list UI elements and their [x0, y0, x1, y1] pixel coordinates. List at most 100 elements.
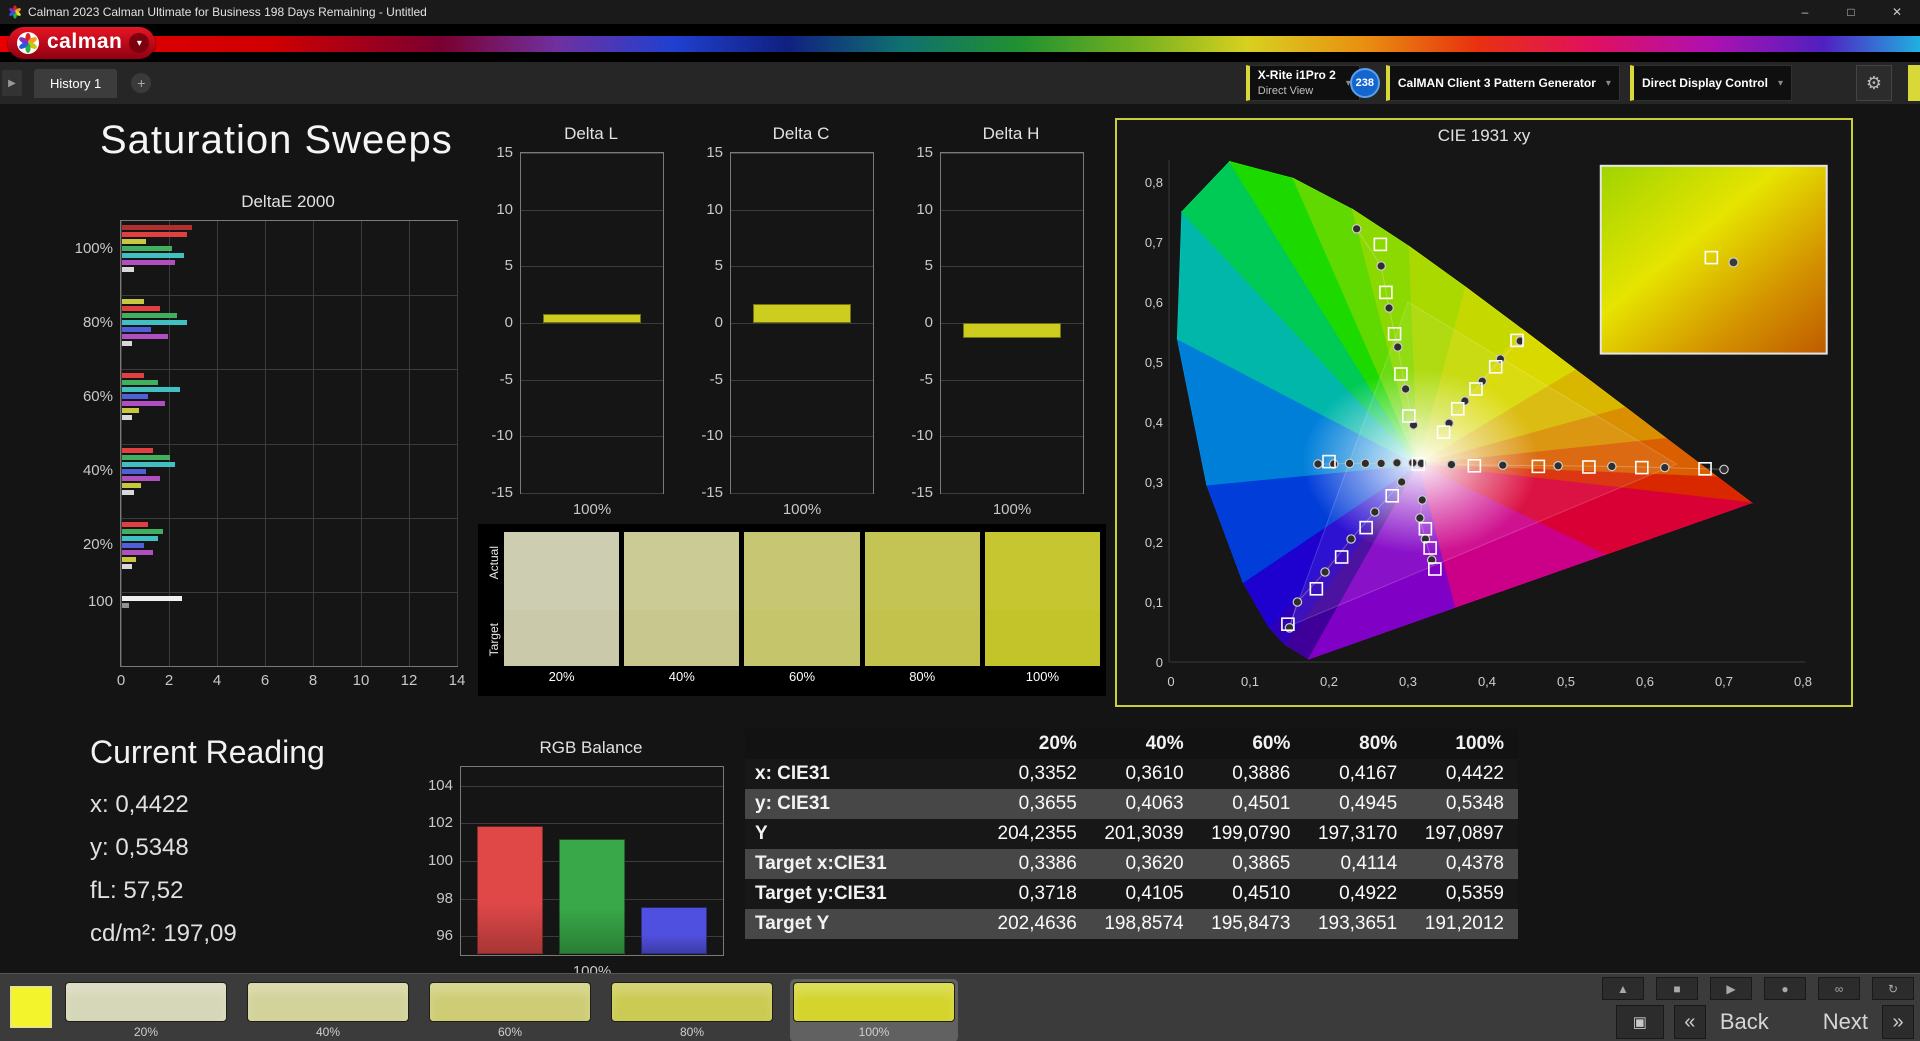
title-bar: Calman 2023 Calman Ultimate for Business…	[0, 0, 1920, 24]
pattern-window-button[interactable]: ▣	[1615, 1005, 1664, 1039]
minimize-button[interactable]: –	[1782, 0, 1828, 24]
upload-button[interactable]: ▲	[1602, 977, 1644, 1000]
cie-1931-diagram: 0 0,1 0,2 0,3 0,4 0,5 0,6 0,7 0,8 0 0,1 0,2 0,3 0,4 0,…	[1145, 160, 1828, 689]
table-row: x: CIE31 0,3352 0,3610 0,3886 0,4167 0,4422	[745, 759, 1518, 789]
delta-c-chart: Delta C 15 10 5 0 -5 -10 -15 100%	[682, 124, 882, 518]
add-tab-button[interactable]: +	[131, 73, 152, 93]
pattern-swatch-40%[interactable]: 40%	[244, 979, 412, 1041]
deltae-bar	[122, 341, 132, 347]
swatch-stack	[504, 532, 620, 666]
deltae-bar	[122, 468, 146, 474]
table-cell: 195,8473	[1211, 913, 1291, 934]
row-label: Y	[755, 823, 768, 844]
next-button[interactable]: Next	[1819, 1009, 1872, 1035]
delta-l-title: Delta L	[564, 124, 618, 143]
y-tick-label: 96	[436, 927, 453, 945]
deltae-group-label: 60%	[82, 387, 113, 405]
table-row: Y 204,2355 201,3039 199,0790 197,3170 197,089…	[745, 819, 1518, 849]
x-axis-label: 100%	[782, 501, 822, 518]
gridline	[731, 436, 873, 438]
actual-swatch	[744, 532, 860, 610]
table-cell: 0,4378	[1445, 853, 1504, 874]
pattern-swatch-20%[interactable]: 20%	[62, 979, 230, 1041]
y-tick-label: 10	[706, 200, 723, 218]
deltae-bar	[122, 373, 144, 379]
gridline	[731, 493, 873, 494]
meter-count-badge: 238	[1349, 68, 1380, 98]
green-bar	[559, 839, 625, 954]
x-tick-label: 8	[308, 672, 318, 689]
table-row: Target x:CIE31 0,3386 0,3620 0,3865 0,4114 0,…	[745, 849, 1518, 879]
back-button[interactable]: Back	[1716, 1009, 1773, 1035]
table-cell: 0,4510	[1232, 883, 1291, 904]
gridline	[731, 153, 873, 154]
strip-row-labels: Actual Target	[484, 532, 504, 688]
back-chevrons-icon[interactable]: «	[1673, 1005, 1706, 1039]
meter-dropdown[interactable]: X-Rite i1Pro 2 Direct View ▾	[1245, 65, 1360, 101]
close-button[interactable]: ✕	[1874, 0, 1920, 24]
table-cell: 197,3170	[1317, 823, 1398, 844]
stop-button[interactable]: ■	[1656, 977, 1698, 1000]
x-axis-label: 100%	[572, 501, 612, 518]
pattern-swatch-100%[interactable]: 100%	[790, 979, 958, 1041]
gridline	[521, 493, 663, 494]
y-tick-label: -15	[911, 484, 933, 501]
pattern-swatch-list: 20% 40% 60% 80% 100%	[62, 979, 958, 1041]
deltae-bar	[122, 401, 166, 407]
table-cell: 204,2355	[997, 823, 1077, 844]
loop-button[interactable]: ∞	[1818, 977, 1860, 1000]
tab-nav-button[interactable]: ▶	[2, 70, 22, 96]
table-cell: 201,3039	[1104, 823, 1184, 844]
swatch-stack	[624, 532, 740, 666]
logo-menu-caret-icon[interactable]: ▾	[129, 33, 150, 53]
window-controls: – □ ✕	[1782, 0, 1920, 24]
brand-bar: calman ▾	[0, 24, 1920, 62]
record-button[interactable]: ●	[1764, 977, 1806, 1000]
gridline	[121, 591, 457, 593]
deltae-bar	[122, 602, 130, 608]
table-cell: 202,4636	[997, 913, 1077, 934]
gridline	[457, 221, 458, 666]
pattern-color	[611, 982, 773, 1022]
deltae-bar	[122, 595, 182, 601]
y-tick-label: 5	[714, 257, 723, 275]
deltae-bar	[122, 482, 142, 488]
pattern-label: 20%	[133, 1025, 159, 1039]
pattern-label: 40%	[315, 1025, 341, 1039]
gridline	[521, 436, 663, 438]
delta-c-plot: 15 10 5 0 -5 -10 -15 100%	[701, 144, 874, 518]
pattern-swatch-80%[interactable]: 80%	[608, 979, 776, 1041]
y-tick-label: -5	[499, 370, 513, 388]
table-cell: 0,3886	[1232, 763, 1291, 784]
delta-l-bar	[543, 313, 641, 323]
next-chevrons-icon[interactable]: »	[1882, 1005, 1914, 1039]
delta-l-plot: 15 10 5 0 -5 -10 -15 100%	[491, 144, 664, 518]
table-cell: 0,5348	[1445, 793, 1504, 814]
deltae-bar	[122, 408, 139, 414]
swatch-column: 100%	[984, 532, 1101, 688]
play-button[interactable]: ▶	[1710, 977, 1752, 1000]
y-tick-label: 0	[924, 314, 933, 331]
y-tick-label: 5	[924, 257, 933, 275]
target-swatch	[984, 609, 1101, 666]
svg-text:0,2: 0,2	[1145, 535, 1163, 550]
tab-history-1[interactable]: History 1	[34, 68, 118, 98]
deltae-bar	[122, 475, 161, 481]
svg-text:0,4: 0,4	[1145, 415, 1163, 430]
pattern-swatch-60%[interactable]: 60%	[426, 979, 594, 1041]
display-control-dropdown[interactable]: Direct Display Control ▾	[1629, 65, 1792, 101]
table-cell: 0,4114	[1340, 853, 1398, 874]
svg-text:0,3: 0,3	[1399, 674, 1417, 689]
table-row: Target y:CIE31 0,3718 0,4105 0,4510 0,4922 0,…	[745, 879, 1518, 909]
deltae-bar	[122, 542, 144, 548]
cie-1931-title: CIE 1931 xy	[1437, 126, 1531, 145]
pattern-generator-dropdown[interactable]: CalMAN Client 3 Pattern Generator ▾	[1385, 65, 1620, 101]
x-tick-label: 6	[260, 672, 270, 689]
calman-logo[interactable]: calman ▾	[8, 27, 156, 59]
settings-gear-button[interactable]: ⚙	[1856, 65, 1892, 101]
deltae-bar	[122, 394, 149, 400]
right-edge-accent	[1908, 65, 1920, 101]
maximize-button[interactable]: □	[1828, 0, 1874, 24]
refresh-button[interactable]: ↻	[1872, 977, 1914, 1000]
active-pattern-swatch[interactable]	[10, 986, 52, 1028]
